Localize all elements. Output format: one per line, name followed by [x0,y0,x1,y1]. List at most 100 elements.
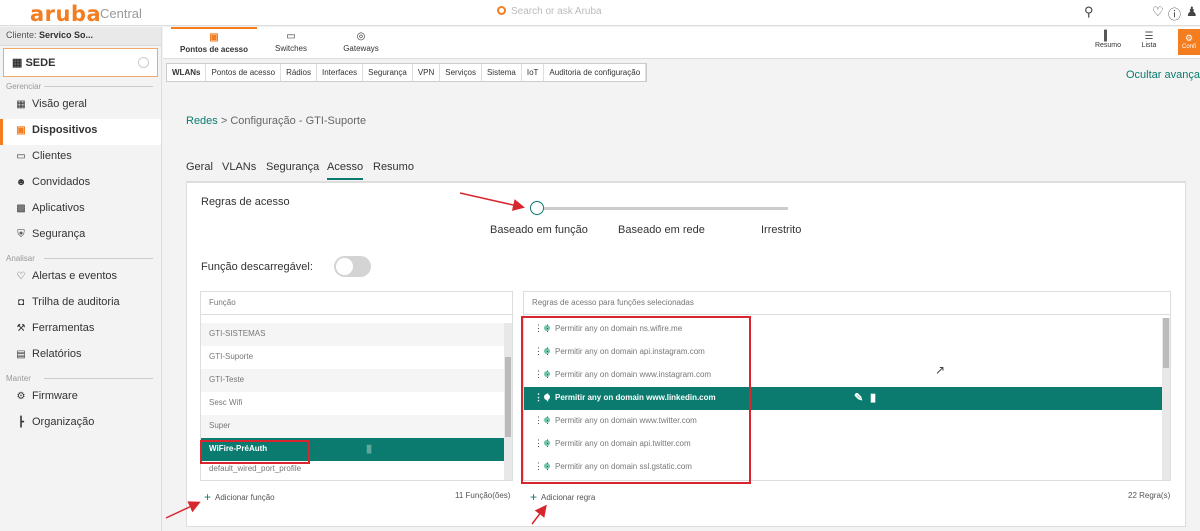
grid-icon: ▦ [16,99,26,110]
tab-label: Switches [274,44,307,53]
sidebar-item-tools[interactable]: ⚒ Ferramentas [0,317,161,343]
roles-scroll-thumb[interactable] [505,357,511,437]
summary-view-button[interactable]: ▍ Resumo [1092,31,1124,49]
add-rule-label: Adicionar regra [541,493,596,502]
clients-icon: ▭ [16,151,26,162]
tab-switches[interactable]: ▭ Switches [263,31,319,53]
client-value: Servico So... [39,30,94,40]
tab-vlans[interactable]: VLANs [222,161,256,173]
config-view-button[interactable]: ⚙ Confi [1178,29,1200,55]
search-placeholder: Search or ask Aruba [511,6,602,17]
subtab-system[interactable]: Sistema [482,64,522,81]
sidebar-item-label: Ferramentas [32,322,95,334]
downloadable-role-label: Função descarregável: [201,261,313,273]
mouse-cursor-icon: ↗ [935,363,946,377]
section-manage: Gerenciar [0,77,161,93]
access-mode-slider-track[interactable] [544,207,788,210]
sidebar-item-guests[interactable]: ☻ Convidados [0,171,161,197]
tab-label: Gateways [343,44,379,53]
highlight-selected-role [200,440,310,464]
add-rule-button[interactable]: + Adicionar regra [530,490,595,504]
plus-icon: + [530,490,538,504]
slider-option-network-based[interactable]: Baseado em rede [618,224,705,236]
subtab-radios[interactable]: Rádios [281,64,317,81]
subtab-wlans[interactable]: WLANs [167,64,207,81]
subtab-vpn[interactable]: VPN [413,64,441,81]
subtab-interfaces[interactable]: Interfaces [317,64,364,81]
user-icon[interactable]: ♟ [1186,4,1198,20]
sidebar-item-audit[interactable]: ◘ Trilha de auditoria [0,291,161,317]
sidebar-item-clients[interactable]: ▭ Clientes [0,145,161,171]
subtab-config-audit[interactable]: Auditoria de configuração [544,64,647,81]
aruba-logo[interactable]: aruba [30,2,101,26]
sidebar-item-overview[interactable]: ▦ Visão geral [0,93,161,119]
subtab-iot[interactable]: IoT [522,64,545,81]
breadcrumb-networks-link[interactable]: Redes [186,115,218,127]
roles-list-header: Função [201,292,512,315]
sidebar-item-apps[interactable]: ▩ Aplicativos [0,197,161,223]
list-icon: ☰ [1144,31,1154,42]
hide-advanced-link[interactable]: Ocultar avançad [1126,69,1200,81]
org-icon: ┣ [17,417,25,428]
tab-summary[interactable]: Resumo [373,161,414,173]
wlan-config-tabs: Geral VLANs Segurança Acesso Resumo [186,155,1186,182]
sidebar-item-label: Firmware [32,390,78,402]
trash-icon[interactable]: ▮ [870,391,876,404]
edit-pencil-icon[interactable]: ✎ [854,391,863,404]
subtab-services[interactable]: Serviços [440,64,482,81]
summary-label: Resumo [1094,42,1122,49]
tab-security[interactable]: Segurança [266,161,319,173]
sidebar-item-reports[interactable]: ▤ Relatórios [0,343,161,369]
add-role-button[interactable]: + Adicionar função [204,490,275,504]
sidebar-item-label: Clientes [32,150,72,162]
role-item[interactable]: GTI-Suporte [201,346,512,369]
gear-icon: ⚙ [1184,33,1194,43]
logo-subtitle: Central [100,6,142,21]
shield-icon: ⛨ [17,229,25,240]
role-item[interactable]: GTI-SISTEMAS [201,323,512,346]
client-selector[interactable]: Cliente: Servico So... [0,27,161,46]
sidebar-item-firmware[interactable]: ⚙ Firmware [0,385,161,411]
site-status-icon [138,57,149,68]
site-name: SEDE [25,57,56,69]
role-item[interactable]: GTI-Teste [201,369,512,392]
switch-icon: ▭ [286,31,296,42]
device-icon: ▣ [16,125,26,136]
device-type-bar: ▣ Pontos de acesso ▭ Switches ◎ Gateways ▍ R… [163,27,1200,59]
trash-icon[interactable]: ▮ [366,442,372,455]
bell-icon[interactable]: ♡ [1152,4,1164,20]
tab-gateways[interactable]: ◎ Gateways [333,31,389,53]
list-view-button[interactable]: ☰ Lista [1135,31,1163,49]
add-role-label: Adicionar função [215,493,275,502]
sidebar-item-alerts[interactable]: ♡ Alertas e eventos [0,265,161,291]
role-item[interactable]: Sesc Wifi [201,392,512,415]
access-mode-slider-knob[interactable] [530,201,544,215]
site-selector[interactable]: ▦ SEDE [3,48,158,77]
slider-option-unrestricted[interactable]: Irrestrito [761,224,801,236]
reports-icon: ▤ [16,349,26,360]
top-bar: aruba Central Search or ask Aruba ⚲ ♡ ⓘ … [0,0,1200,26]
subtab-access-points[interactable]: Pontos de acesso [206,64,282,81]
global-search[interactable]: Search or ask Aruba [497,6,602,17]
sidebar-item-label: Organização [32,416,95,428]
rules-scrollbar[interactable] [1162,318,1170,480]
breadcrumb-separator: > [220,115,228,127]
sidebar-item-label: Segurança [32,228,86,240]
role-item[interactable]: Super [201,415,512,438]
sidebar-item-devices[interactable]: ▣ Dispositivos [0,119,161,145]
tab-general[interactable]: Geral [186,161,213,173]
downloadable-role-toggle[interactable] [334,256,371,277]
access-rules-label: Regras de acesso [201,196,290,208]
slider-option-role-based[interactable]: Baseado em função [490,224,588,236]
sidebar-item-security[interactable]: ⛨ Segurança [0,223,161,249]
tab-access-points[interactable]: ▣ Pontos de acesso [171,27,257,54]
tab-access[interactable]: Acesso [327,161,364,180]
access-point-icon: ▣ [209,32,219,43]
subtab-security[interactable]: Segurança [363,64,413,81]
help-icon[interactable]: ⓘ [1168,4,1181,23]
sidebar-item-label: Dispositivos [32,124,98,136]
rules-scroll-thumb[interactable] [1163,318,1169,368]
sidebar-item-organization[interactable]: ┣ Organização [0,411,161,437]
roles-scrollbar[interactable] [504,323,512,480]
search-icon[interactable]: ⚲ [1084,4,1094,20]
